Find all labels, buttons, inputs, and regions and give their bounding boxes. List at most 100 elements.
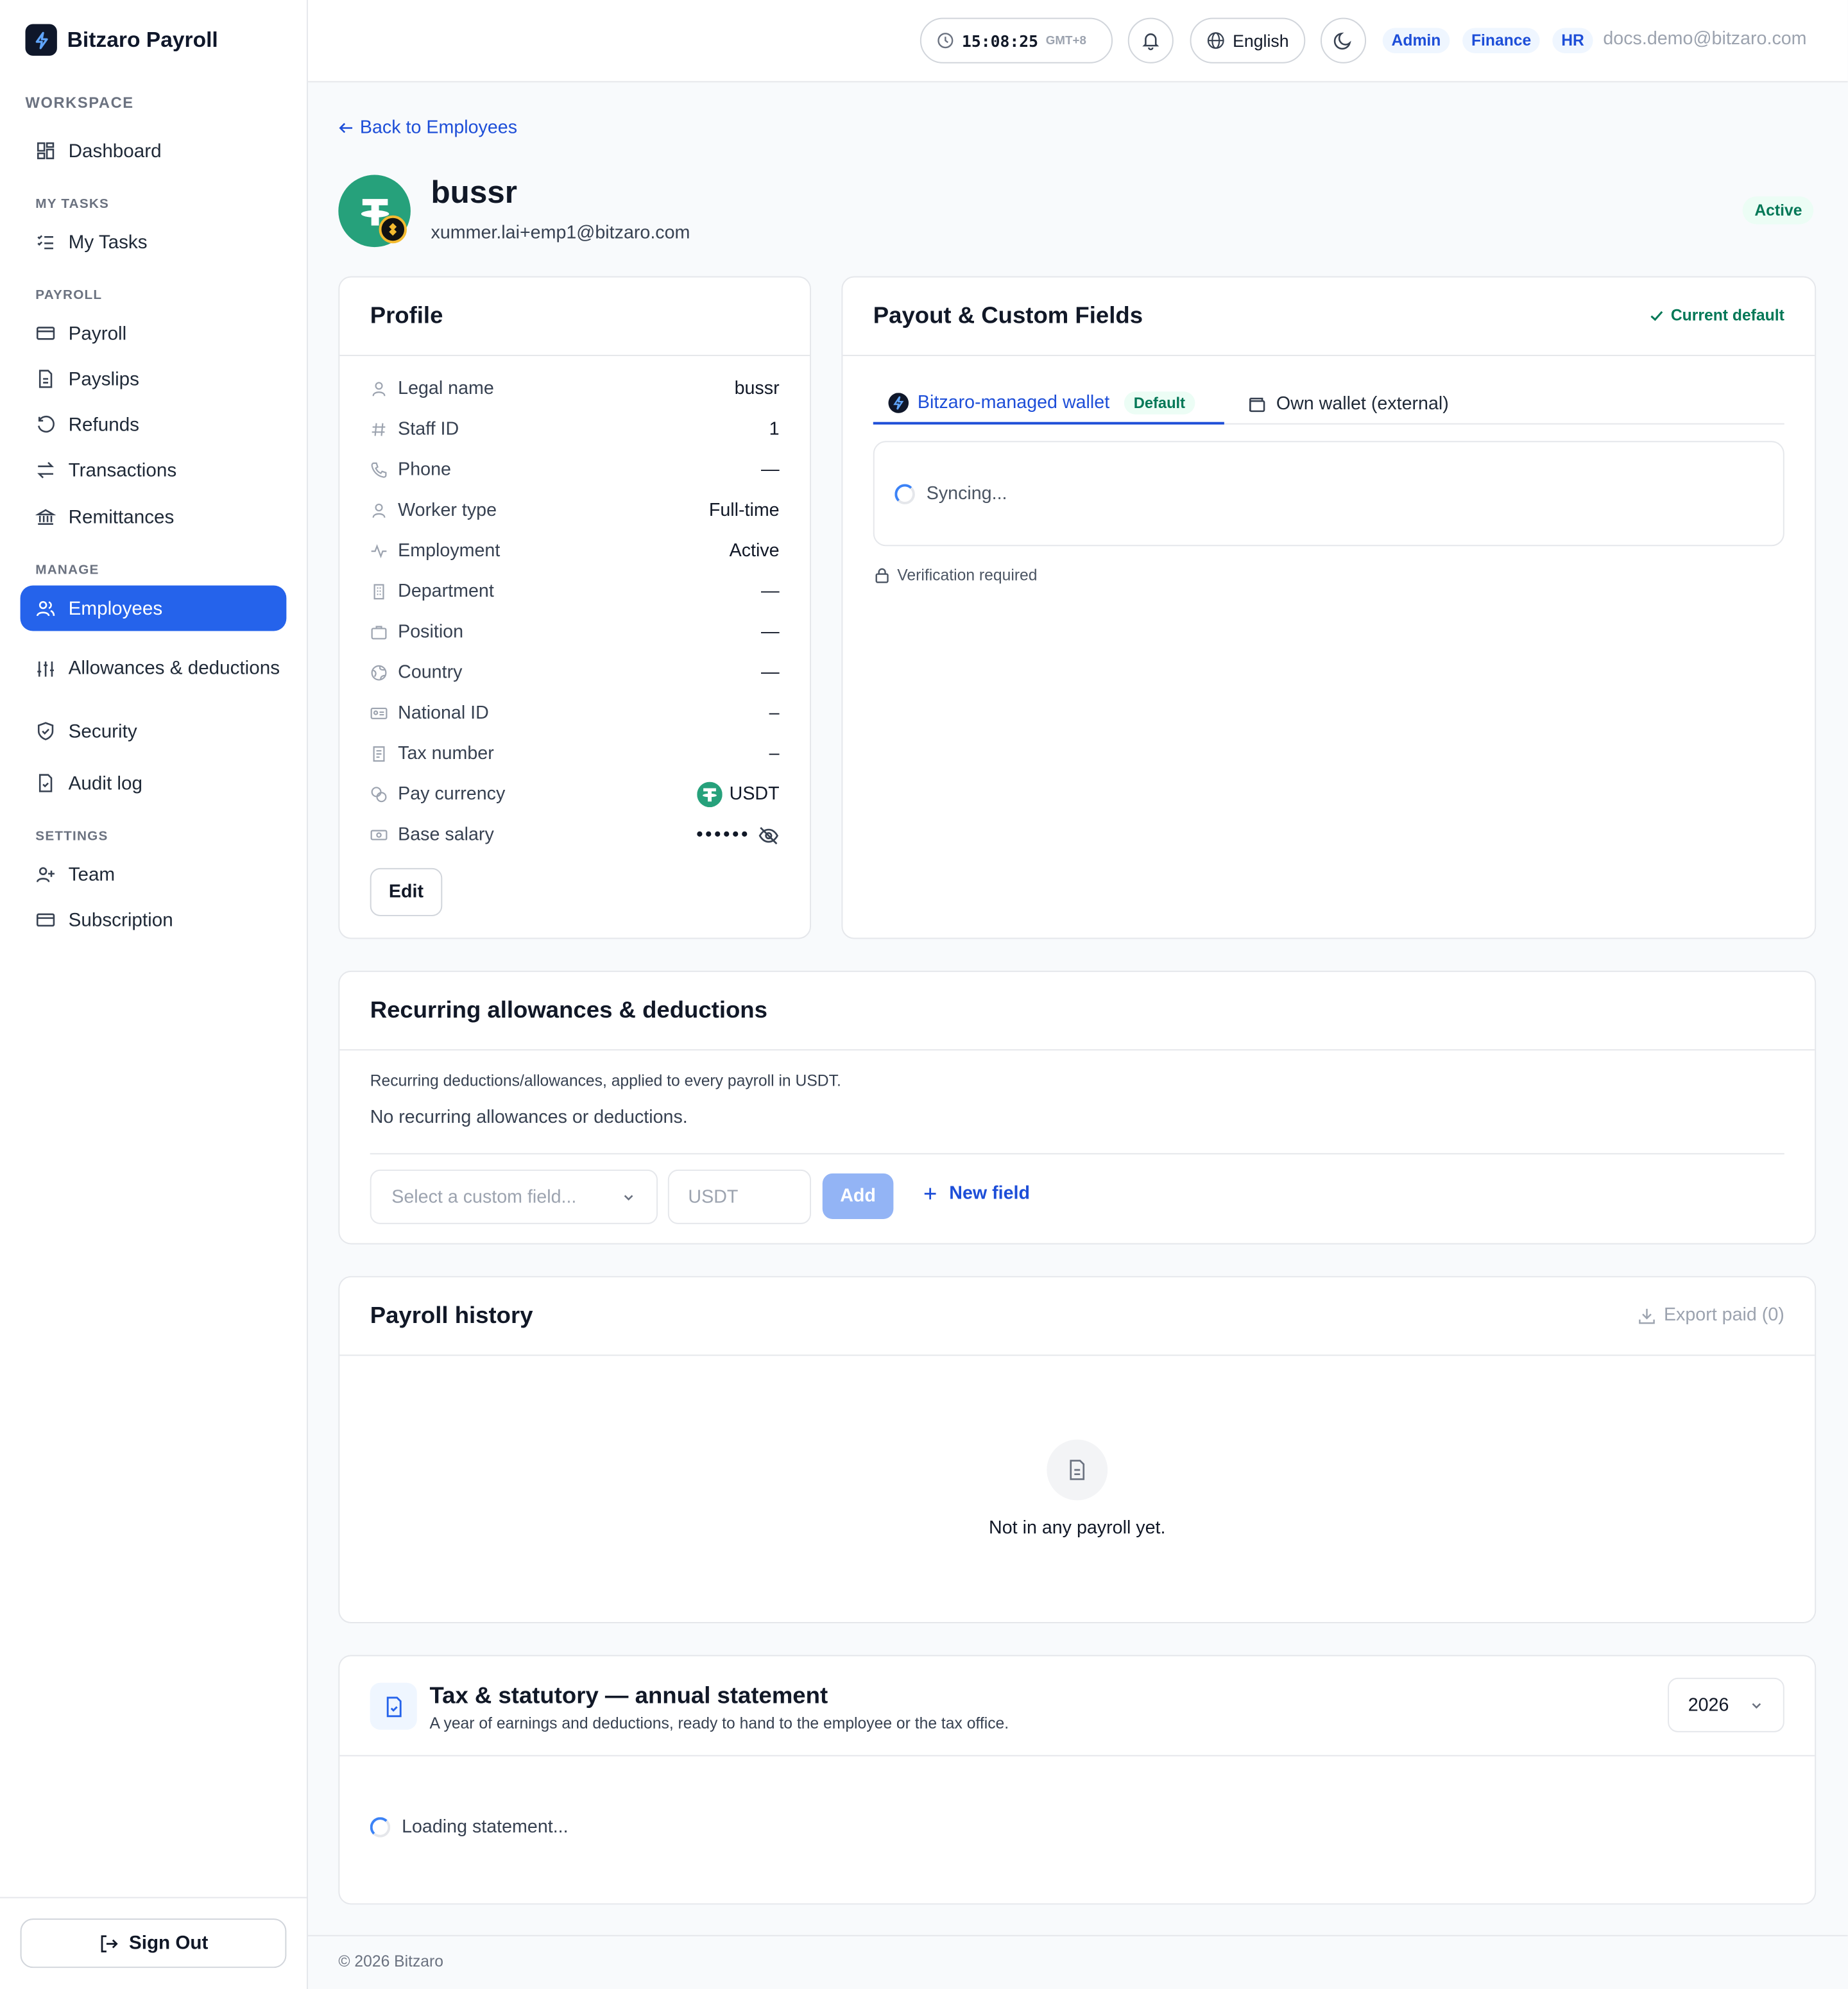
sidebar-item-my-tasks[interactable]: My Tasks [21,219,287,265]
sidebar-item-label: Audit log [68,772,142,794]
globe-icon [371,665,387,681]
payroll-history-title: Payroll history [370,1301,533,1328]
sidebar-item-team[interactable]: Team [21,851,287,897]
tab-managed-wallet[interactable]: Bitzaro-managed wallet Default [873,384,1224,425]
tax-statement-title: Tax & statutory — annual statement [429,1681,828,1709]
sidebar-item-refunds[interactable]: Refunds [21,402,287,447]
activity-icon [371,544,387,559]
brand[interactable]: Bitzaro Payroll [25,24,218,56]
sidebar-item-dashboard[interactable]: Dashboard [21,128,287,173]
theme-toggle-button[interactable] [1320,17,1367,64]
language-label: English [1233,31,1289,51]
employee-status-badge: Active [1743,196,1814,225]
sign-out-button[interactable]: Sign Out [20,1918,287,1968]
row-value: – [769,744,780,764]
statement-loading: Loading statement... [370,1817,569,1838]
eye-off-icon[interactable] [758,824,780,846]
new-field-button[interactable]: New field [923,1184,1030,1204]
sidebar-item-label: Team [68,863,116,885]
chevron-down-icon [1752,1702,1761,1709]
tab-label: Bitzaro-managed wallet [917,393,1110,413]
sidebar-item-audit-log[interactable]: Audit log [21,760,287,806]
custom-field-select[interactable]: Select a custom field... [370,1169,658,1224]
sidebar-item-transactions[interactable]: Transactions [21,447,287,493]
amount-input[interactable]: USDT [667,1169,811,1224]
role-badge-admin: Admin [1382,28,1450,53]
topbar: 15:08:25 GMT+8 English Admin Finance HR … [307,0,1848,83]
briefcase-icon [371,626,387,640]
loading-text: Loading statement... [402,1817,569,1838]
arrows-exchange-icon [37,461,55,479]
sidebar-item-subscription[interactable]: Subscription [21,897,287,943]
user-icon [372,382,386,397]
profile-row-employment: Employment Active [370,531,780,572]
add-button[interactable]: Add [822,1173,894,1219]
sidebar-item-employees[interactable]: Employees [20,585,287,631]
row-value: — [760,581,780,602]
id-card-icon [370,707,388,719]
sidebar-item-allowances[interactable]: Allowances & deductions [21,637,287,701]
sidebar-item-label: Security [68,720,137,742]
payroll-history-card: Payroll history Export paid (0) Not in a… [338,1276,1817,1623]
payroll-history-empty-text: Not in any payroll yet. [989,1518,1166,1539]
page-footer: © 2026 Bitzaro [307,1934,1848,1989]
banknote-icon [370,830,388,841]
section-payroll: PAYROLL [35,287,103,303]
row-value: 1 [769,419,780,440]
year-select[interactable]: 2026 [1668,1677,1784,1732]
employee-avatar [338,175,411,248]
person-icon [372,503,386,518]
row-label: Legal name [398,379,494,400]
language-selector[interactable]: English [1190,17,1306,64]
back-link-label: Back to Employees [359,117,518,139]
divider [370,1153,1784,1155]
verification-notice: Verification required [873,567,1038,584]
profile-row-legal-name: Legal name bussr [370,369,780,409]
new-field-label: New field [949,1183,1030,1204]
profile-card: Profile Legal name bussr Staff ID 1 Phon… [338,276,811,939]
sidebar-item-security[interactable]: Security [21,708,287,754]
amount-placeholder: USDT [688,1186,739,1208]
recurring-description: Recurring deductions/allowances, applied… [370,1071,841,1090]
sidebar-item-label: Payroll [68,322,127,345]
empty-state-icon [1047,1439,1108,1501]
edit-profile-button[interactable]: Edit [370,867,443,916]
profile-row-base-salary: Base salary •••••• [370,815,780,855]
sidebar-item-payroll[interactable]: Payroll [21,311,287,356]
users-icon [36,601,55,617]
download-icon [1638,1308,1655,1324]
wallet-sync-panel: Syncing... [873,441,1784,547]
section-settings: SETTINGS [35,828,108,844]
year-value: 2026 [1688,1694,1729,1716]
wallet-tabs: Bitzaro-managed wallet Default Own walle… [873,384,1784,425]
bitzaro-logo-icon [888,393,909,413]
moon-icon [1333,32,1351,50]
app-root: Bitzaro Payroll WORKSPACE Dashboard MY T… [0,0,1848,1989]
log-out-icon [101,1934,118,1952]
app-name: Bitzaro Payroll [67,27,218,51]
sidebar-item-label: Dashboard [68,140,162,162]
credit-card-icon [36,913,55,927]
sidebar-item-label: Allowances & deductions [68,658,280,679]
sidebar-item-label: Payslips [68,368,139,390]
user-email[interactable]: docs.demo@bitzaro.com [1603,29,1806,49]
salary-masked-value: •••••• [696,824,751,846]
profile-row-national-id: National ID – [370,693,780,733]
user-plus-icon [36,867,55,882]
sidebar-item-label: Transactions [68,459,177,481]
back-to-employees-link[interactable]: Back to Employees [338,117,518,139]
sidebar-item-label: Remittances [68,506,175,528]
tether-icon [696,781,722,808]
sidebar-item-remittances[interactable]: Remittances [21,494,287,540]
bnb-chain-icon [379,215,407,244]
sidebar-item-payslips[interactable]: Payslips [21,356,287,402]
syncing-text: Syncing... [926,483,1007,504]
phone-icon [371,462,387,478]
workspace-label: WORKSPACE [25,94,134,112]
tab-external-wallet[interactable]: Own wallet (external) [1244,384,1451,424]
file-text-icon [38,370,53,388]
export-paid-button[interactable]: Export paid (0) [1637,1305,1784,1326]
building-icon [373,584,384,600]
notifications-button[interactable] [1127,17,1174,64]
profile-row-department: Department — [370,572,780,612]
